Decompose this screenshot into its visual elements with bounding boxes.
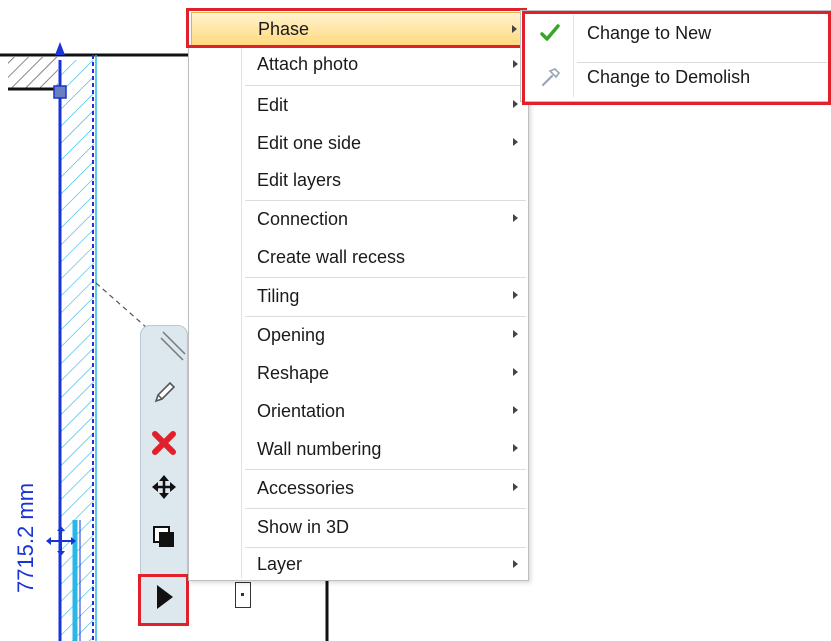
menu-item-connection[interactable]: Connection [191, 201, 526, 239]
menu-item-edit[interactable]: Edit [191, 87, 526, 125]
menu-item-label: Edit [257, 95, 289, 115]
menu-item-label: Layer [257, 554, 303, 574]
submenu-arrow-icon [513, 100, 518, 108]
menu-item-label: Create wall recess [257, 247, 406, 267]
menu-item-label: Edit one side [257, 133, 362, 153]
submenu-highlight [522, 11, 831, 105]
submenu-arrow-icon [513, 291, 518, 299]
submenu-arrow-icon [513, 444, 518, 452]
menu-item-label: Orientation [257, 401, 346, 421]
pencil-icon [154, 381, 176, 403]
phase-item-highlight [186, 8, 527, 48]
selected-wall[interactable] [58, 55, 97, 641]
menu-item-reshape[interactable]: Reshape [191, 355, 526, 393]
menu-item-wall-numbering[interactable]: Wall numbering [191, 431, 526, 469]
menu-item-label: Show in 3D [257, 517, 350, 537]
menu-item-label: Edit layers [257, 170, 342, 190]
menu-item-orientation[interactable]: Orientation [191, 393, 526, 431]
submenu-arrow-icon [513, 483, 518, 491]
menu-item-label: Reshape [257, 363, 330, 383]
menu-separator [245, 85, 526, 86]
submenu-arrow-icon [513, 138, 518, 146]
menu-item-edit-one-side[interactable]: Edit one side [191, 125, 526, 163]
more-button-highlight [138, 574, 189, 626]
menu-item-tiling[interactable]: Tiling [191, 278, 526, 316]
edit-button[interactable] [145, 374, 183, 412]
red-x-icon [152, 431, 176, 455]
submenu-arrow-icon [513, 406, 518, 414]
menu-item-attach-photo[interactable]: Attach photo [191, 48, 526, 86]
dimension-label: 7715.2 mm [13, 482, 38, 594]
menu-item-label: Opening [257, 325, 326, 345]
menu-item-layer[interactable]: Layer [191, 544, 526, 582]
menu-item-create-wall-recess[interactable]: Create wall recess [191, 239, 526, 277]
submenu-arrow-icon [513, 330, 518, 338]
submenu-arrow-icon [513, 368, 518, 376]
menu-item-label: Accessories [257, 478, 355, 498]
toolbar-corner-icon [160, 331, 186, 361]
submenu-arrow-icon [513, 60, 518, 68]
menu-item-label: Tiling [257, 286, 300, 306]
menu-item-label: Wall numbering [257, 439, 382, 459]
context-menu: Phase Attach photo Edit Edit one side Ed… [188, 10, 529, 581]
menu-item-opening[interactable]: Opening [191, 317, 526, 355]
submenu-arrow-icon [513, 560, 518, 568]
menu-item-label: Attach photo [257, 54, 359, 74]
copy-icon [153, 526, 174, 547]
menu-item-label: Connection [257, 209, 349, 229]
menu-item-show-in-3d[interactable]: Show in 3D [191, 509, 526, 547]
delete-button[interactable] [145, 424, 183, 462]
submenu-arrow-icon [513, 214, 518, 222]
move-button[interactable] [145, 468, 183, 506]
grip-marker [235, 582, 251, 608]
menu-item-accessories[interactable]: Accessories [191, 470, 526, 508]
copy-button[interactable] [145, 518, 183, 556]
menu-item-edit-layers[interactable]: Edit layers [191, 162, 526, 200]
move-arrows-icon [152, 475, 176, 499]
